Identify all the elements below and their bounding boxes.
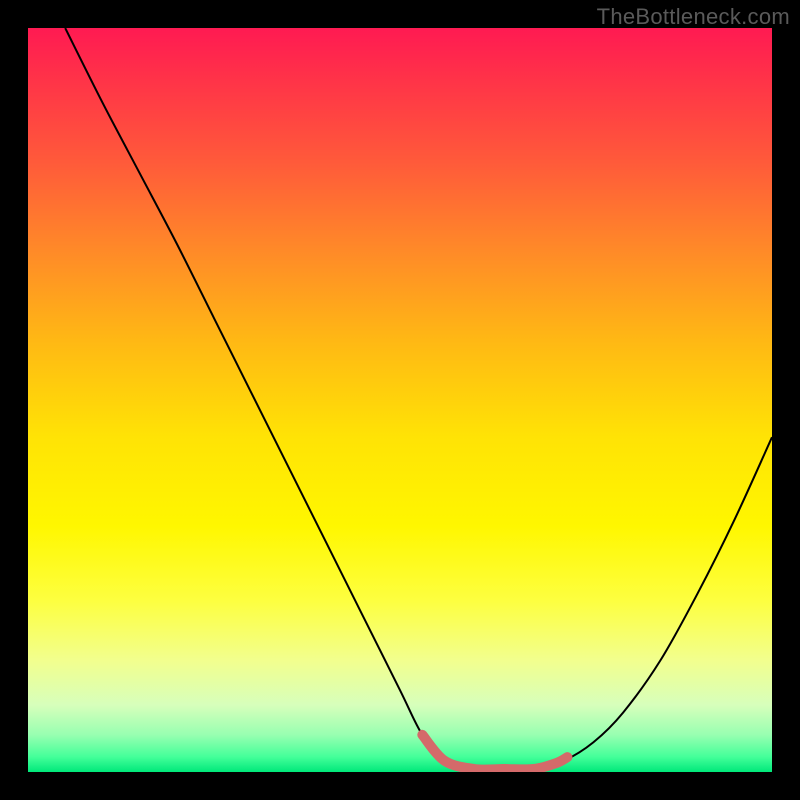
watermark-text: TheBottleneck.com <box>597 4 790 30</box>
chart-container: TheBottleneck.com <box>0 0 800 800</box>
optimal-band-marker <box>422 735 567 770</box>
curve-layer <box>28 28 772 772</box>
bottleneck-curve <box>65 28 772 770</box>
plot-area <box>28 28 772 772</box>
